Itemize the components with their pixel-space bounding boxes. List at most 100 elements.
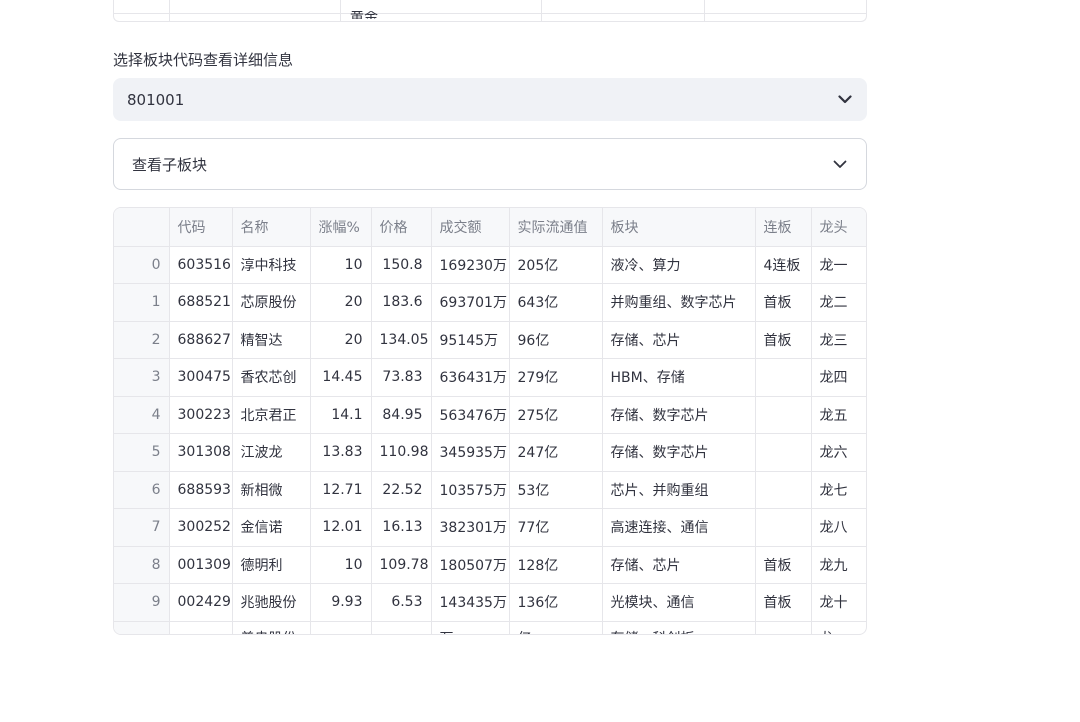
partial-cell[interactable]: 龙: [811, 621, 866, 634]
partial-cell[interactable]: [755, 621, 812, 634]
cell-price[interactable]: 150.8: [371, 246, 432, 284]
cell-sector[interactable]: 光模块、通信: [602, 583, 756, 622]
column-header-float-cap[interactable]: 实际流通值: [509, 208, 603, 247]
cell-float-cap[interactable]: 96亿: [509, 321, 603, 359]
cell-turnover[interactable]: 563476万: [431, 396, 510, 434]
table-row[interactable]: 0 603516 淳中科技 10 150.8 169230万 205亿 液冷、算力 4连板 龙一: [114, 246, 866, 284]
cell-name[interactable]: 新相微: [232, 471, 311, 509]
table-row[interactable]: 4 300223 北京君正 14.1 84.95 563476万 275亿 存储、数字芯片 龙五: [114, 396, 866, 434]
table-row[interactable]: 3 300475 香农芯创 14.45 73.83 636431万 279亿 HBM、存储 龙四: [114, 358, 866, 397]
cell-name[interactable]: 香农芯创: [232, 358, 311, 397]
cell-name[interactable]: 德明利: [232, 546, 311, 584]
cell-leader[interactable]: 龙五: [811, 396, 866, 434]
cell-change[interactable]: 10: [310, 546, 372, 584]
column-header-code[interactable]: 代码: [169, 208, 233, 247]
column-header-streak[interactable]: 连板: [755, 208, 812, 247]
cell-streak[interactable]: [755, 471, 812, 509]
table-row[interactable]: 8 001309 德明利 10 109.78 180507万 128亿 存储、芯片 首板 龙九: [114, 546, 866, 584]
cell-float-cap[interactable]: 77亿: [509, 508, 603, 547]
partial-cell[interactable]: 存储、科创板: [602, 621, 756, 634]
column-header-name[interactable]: 名称: [232, 208, 311, 247]
row-index[interactable]: 4: [114, 396, 170, 434]
cell-streak[interactable]: [755, 508, 812, 547]
cell-sector[interactable]: 存储、芯片: [602, 321, 756, 359]
table-row[interactable]: 1 688521 芯原股份 20 183.6 693701万 643亿 并购重组、数字芯片 首板…: [114, 283, 866, 322]
cell-leader[interactable]: 龙一: [811, 246, 866, 284]
cell-code[interactable]: 300223: [169, 396, 233, 434]
cell-turnover[interactable]: 95145万: [431, 321, 510, 359]
column-header-sector[interactable]: 板块: [602, 208, 756, 247]
cell-name[interactable]: 金信诺: [232, 508, 311, 547]
cell-leader[interactable]: 龙六: [811, 433, 866, 472]
cell-streak[interactable]: [755, 396, 812, 434]
cell-price[interactable]: 109.78: [371, 546, 432, 584]
cell-float-cap[interactable]: 643亿: [509, 283, 603, 322]
row-index[interactable]: 0: [114, 246, 170, 284]
cell-float-cap[interactable]: 247亿: [509, 433, 603, 472]
cell-float-cap[interactable]: 128亿: [509, 546, 603, 584]
column-header-turnover[interactable]: 成交额: [431, 208, 510, 247]
cell-change[interactable]: 20: [310, 283, 372, 322]
cell-leader[interactable]: 龙十: [811, 583, 866, 622]
cell-price[interactable]: 73.83: [371, 358, 432, 397]
cell-streak[interactable]: 首板: [755, 321, 812, 359]
cell-code[interactable]: 301308: [169, 433, 233, 472]
cell-streak[interactable]: 4连板: [755, 246, 812, 284]
partial-cell[interactable]: [169, 621, 233, 634]
cell-name[interactable]: 芯原股份: [232, 283, 311, 322]
cell-sector[interactable]: 芯片、并购重组: [602, 471, 756, 509]
table-row-partial[interactable]: 普冉股份 万亿存储、科创板 龙: [114, 621, 866, 634]
cell-leader[interactable]: 龙二: [811, 283, 866, 322]
row-index[interactable]: 5: [114, 433, 170, 472]
cell-turnover[interactable]: 180507万: [431, 546, 510, 584]
table-row[interactable]: 2 688627 精智达 20 134.05 95145万 96亿 存储、芯片 首板 龙三: [114, 321, 866, 359]
row-index[interactable]: 7: [114, 508, 170, 547]
table-row[interactable]: 6 688593 新相微 12.71 22.52 103575万 53亿 芯片、并购重组 龙七: [114, 471, 866, 509]
cell-sector[interactable]: 存储、数字芯片: [602, 396, 756, 434]
cell-change[interactable]: 12.01: [310, 508, 372, 547]
cell-change[interactable]: 10: [310, 246, 372, 284]
cell-streak[interactable]: 首板: [755, 283, 812, 322]
cell-turnover[interactable]: 169230万: [431, 246, 510, 284]
cell-code[interactable]: 688627: [169, 321, 233, 359]
partial-cell[interactable]: 亿: [509, 621, 603, 634]
cell-name[interactable]: 北京君正: [232, 396, 311, 434]
partial-cell[interactable]: 万: [431, 621, 510, 634]
cell-sector[interactable]: 存储、芯片: [602, 546, 756, 584]
partial-cell[interactable]: [310, 621, 372, 634]
cell-code[interactable]: 300252: [169, 508, 233, 547]
cell-code[interactable]: 002429: [169, 583, 233, 622]
cell-name[interactable]: 淳中科技: [232, 246, 311, 284]
cell-sector[interactable]: 存储、数字芯片: [602, 433, 756, 472]
cell-streak[interactable]: [755, 433, 812, 472]
cell-sector[interactable]: HBM、存储: [602, 358, 756, 397]
cell-price[interactable]: 6.53: [371, 583, 432, 622]
row-index[interactable]: 8: [114, 546, 170, 584]
row-index[interactable]: 6: [114, 471, 170, 509]
cell-float-cap[interactable]: 275亿: [509, 396, 603, 434]
sub-sector-expander[interactable]: 查看子板块: [113, 138, 867, 190]
cell-code[interactable]: 001309: [169, 546, 233, 584]
cell-change[interactable]: 14.45: [310, 358, 372, 397]
cell-streak[interactable]: 首板: [755, 546, 812, 584]
cell-price[interactable]: 110.98: [371, 433, 432, 472]
cell-change[interactable]: 9.93: [310, 583, 372, 622]
column-header-change[interactable]: 涨幅%: [310, 208, 372, 247]
cell-turnover[interactable]: 636431万: [431, 358, 510, 397]
cell-leader[interactable]: 龙四: [811, 358, 866, 397]
cell-turnover[interactable]: 143435万: [431, 583, 510, 622]
cell-turnover[interactable]: 382301万: [431, 508, 510, 547]
cell-sector[interactable]: 并购重组、数字芯片: [602, 283, 756, 322]
cell-code[interactable]: 688521: [169, 283, 233, 322]
sector-code-select[interactable]: 801001: [113, 78, 867, 121]
cell-price[interactable]: 183.6: [371, 283, 432, 322]
cell-float-cap[interactable]: 279亿: [509, 358, 603, 397]
row-index[interactable]: 2: [114, 321, 170, 359]
cell-streak[interactable]: [755, 358, 812, 397]
cell-float-cap[interactable]: 136亿: [509, 583, 603, 622]
column-header-index[interactable]: [114, 208, 170, 247]
column-header-price[interactable]: 价格: [371, 208, 432, 247]
cell-float-cap[interactable]: 53亿: [509, 471, 603, 509]
row-index[interactable]: 3: [114, 358, 170, 397]
cell-leader[interactable]: 龙九: [811, 546, 866, 584]
